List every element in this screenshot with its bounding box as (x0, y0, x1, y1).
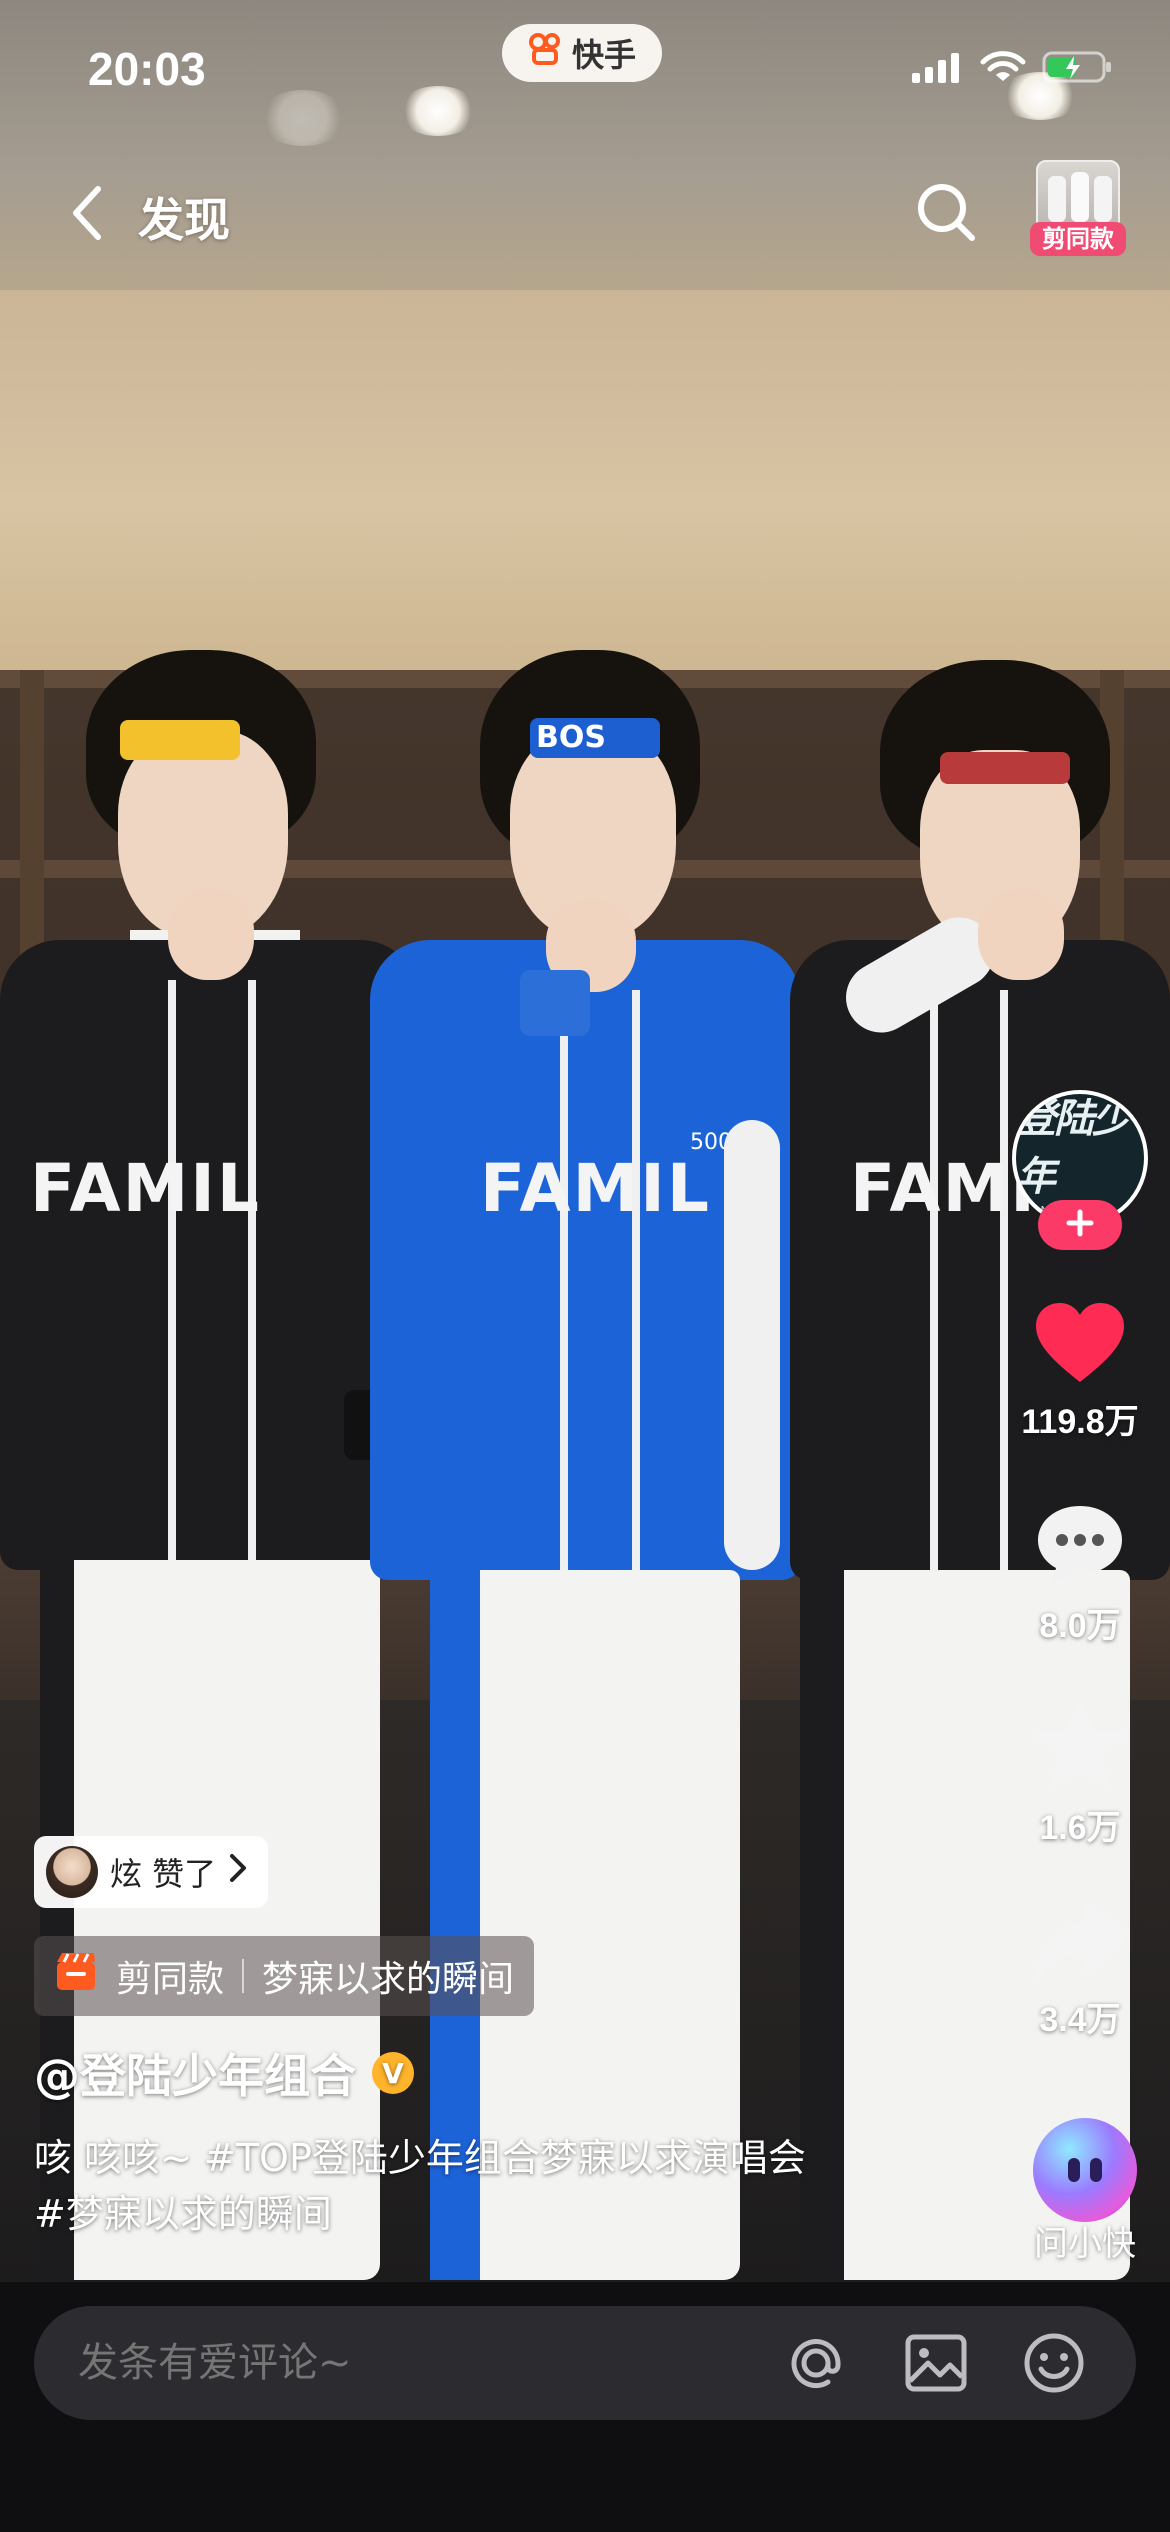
template-chip[interactable]: 剪同款 梦寐以求的瞬间 (34, 1936, 535, 2016)
search-button[interactable] (906, 174, 986, 254)
author-handle[interactable]: @登陆少年组合 V (34, 2040, 414, 2106)
performer-center: BOS FAMIL 5000 (370, 640, 800, 2282)
template-thumbnail (1036, 160, 1120, 230)
battery-icon (1042, 50, 1114, 88)
signal-icon (912, 51, 964, 87)
thumb-figure (1071, 172, 1089, 222)
comment-button[interactable]: 8.0万 (1000, 1500, 1160, 1647)
author-name: @登陆少年组合 (34, 2049, 356, 2103)
at-icon (784, 2331, 848, 2399)
caption-line: 咳 咳咳~ #TOP登陆少年组合梦寐以求演唱会 (34, 2136, 806, 2180)
jersey-stripe (1000, 990, 1008, 1580)
status-time: 20:03 (88, 43, 206, 95)
video-caption[interactable]: 咳 咳咳~ #TOP登陆少年组合梦寐以求演唱会 #梦寐以求的瞬间 (34, 2130, 894, 2242)
jersey-text: FAMIL (30, 1150, 261, 1227)
star-icon (1032, 1702, 1128, 1796)
jersey-stripe (168, 980, 176, 1570)
wristband (520, 970, 590, 1036)
app-indicator: 快手 (502, 24, 662, 82)
divider (242, 1959, 245, 1993)
comment-bar (34, 2306, 1136, 2420)
status-bar: 20:03 快手 (0, 0, 1170, 140)
verified-badge: V (372, 2052, 414, 2094)
arm-sleeve (724, 1120, 780, 1570)
jersey: FAMIL (0, 940, 420, 1570)
favorite-count: 1.6万 (1039, 1809, 1121, 1847)
favorite-button[interactable]: 1.6万 (1000, 1700, 1160, 1849)
back-button[interactable] (52, 180, 122, 250)
chevron-right-icon (228, 1852, 248, 1892)
like-count: 119.8万 (1021, 1403, 1139, 1441)
thumb-figure (1094, 176, 1112, 222)
template-name: 梦寐以求的瞬间 (262, 1959, 515, 2000)
jersey-stripe (248, 980, 256, 1570)
like-button[interactable]: 119.8万 (1000, 1300, 1160, 1443)
jersey-stripe (930, 990, 938, 1580)
assistant-button[interactable]: 问小快 (1020, 2118, 1150, 2265)
headband: BOS (530, 718, 660, 758)
thumb-figure (1048, 176, 1066, 222)
status-icons (912, 50, 1114, 88)
share-icon (1032, 1902, 1128, 1988)
emoji-button[interactable] (1022, 2333, 1086, 2397)
assistant-eye (1068, 2158, 1080, 2182)
share-button[interactable]: 3.4万 (1000, 1898, 1160, 2041)
headband (940, 752, 1070, 784)
comment-count: 8.0万 (1039, 1607, 1121, 1645)
share-count: 3.4万 (1039, 2001, 1121, 2039)
template-shortcut-label: 剪同款 (1030, 222, 1126, 256)
assistant-label: 问小快 (1034, 2224, 1136, 2264)
comment-input[interactable] (78, 2306, 778, 2420)
template-shortcut-button[interactable]: 剪同款 (1030, 160, 1126, 256)
page-title: 发现 (138, 193, 230, 247)
headband (120, 720, 240, 760)
fist (168, 890, 254, 980)
fist (978, 890, 1064, 980)
friend-liked-chip[interactable]: 炫 赞了 (34, 1836, 269, 1908)
image-icon (904, 2331, 968, 2399)
jersey-stripe (560, 990, 568, 1580)
template-label: 剪同款 (116, 1959, 225, 2000)
jersey-stripe (632, 990, 640, 1580)
wifi-icon (980, 50, 1026, 88)
emoji-icon (1022, 2331, 1086, 2399)
back-icon (70, 185, 104, 245)
assistant-eye (1090, 2158, 1102, 2182)
avatar-title: 登陆少年 (1016, 1096, 1132, 1200)
comment-icon (1032, 1506, 1128, 1594)
jersey: FAMIL (790, 940, 1170, 1580)
friend-avatar (46, 1846, 98, 1898)
assistant-orb-icon (1033, 2118, 1137, 2222)
kuaishou-logo-icon (528, 31, 564, 75)
friend-liked-text: 炫 赞了 (110, 1855, 217, 1893)
heart-icon (1032, 1303, 1128, 1390)
app-name: 快手 (571, 36, 636, 74)
performer-left: FAMIL (0, 640, 420, 2282)
caption-hashtag[interactable]: #梦寐以求的瞬间 (34, 2186, 894, 2242)
clapperboard-icon (54, 1950, 98, 2003)
plus-icon (1065, 1208, 1095, 1242)
jersey-text: FAMIL (480, 1150, 711, 1227)
image-button[interactable] (904, 2333, 968, 2397)
mention-button[interactable] (784, 2333, 848, 2397)
search-icon (915, 181, 977, 247)
bottom-bar (0, 2282, 1170, 2532)
follow-button[interactable] (1038, 1200, 1122, 1250)
top-nav: 发现 剪同款 (0, 160, 1170, 270)
